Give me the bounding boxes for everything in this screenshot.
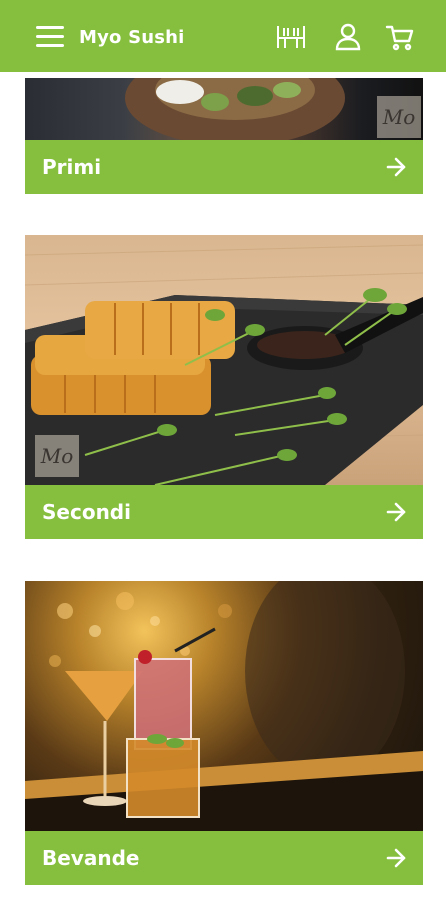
app-root: Myo Sushi Mo Primi Mo Secondi Bevande: [0, 0, 446, 900]
top-app-bar: Myo Sushi: [0, 0, 446, 72]
restaurant-table-icon[interactable]: [275, 22, 307, 52]
brand-watermark-logo: Mo: [377, 96, 421, 138]
arrow-right-icon: [386, 157, 406, 177]
bevande-image: [25, 581, 423, 831]
category-bar-primi[interactable]: Primi: [25, 140, 423, 194]
user-account-icon[interactable]: [332, 22, 364, 52]
category-label: Primi: [42, 155, 102, 179]
arrow-right-icon: [386, 848, 406, 868]
category-bar-bevande[interactable]: Bevande: [25, 831, 423, 885]
app-title: Myo Sushi: [79, 27, 185, 48]
brand-watermark-text: Mo: [382, 105, 416, 129]
primi-image: Mo: [25, 78, 423, 140]
hamburger-menu-icon[interactable]: [36, 26, 64, 48]
category-label: Bevande: [42, 846, 140, 870]
shopping-cart-icon[interactable]: [384, 22, 416, 52]
category-label: Secondi: [42, 500, 131, 524]
category-card-bevande[interactable]: Bevande: [25, 581, 423, 885]
category-bar-secondi[interactable]: Secondi: [25, 485, 423, 539]
arrow-right-icon: [386, 502, 406, 522]
secondi-image: Mo: [25, 235, 423, 485]
category-card-secondi[interactable]: Mo Secondi: [25, 235, 423, 539]
brand-watermark-text: Mo: [40, 444, 74, 468]
brand-watermark-logo: Mo: [35, 435, 79, 477]
category-card-primi[interactable]: Mo Primi: [25, 78, 423, 194]
